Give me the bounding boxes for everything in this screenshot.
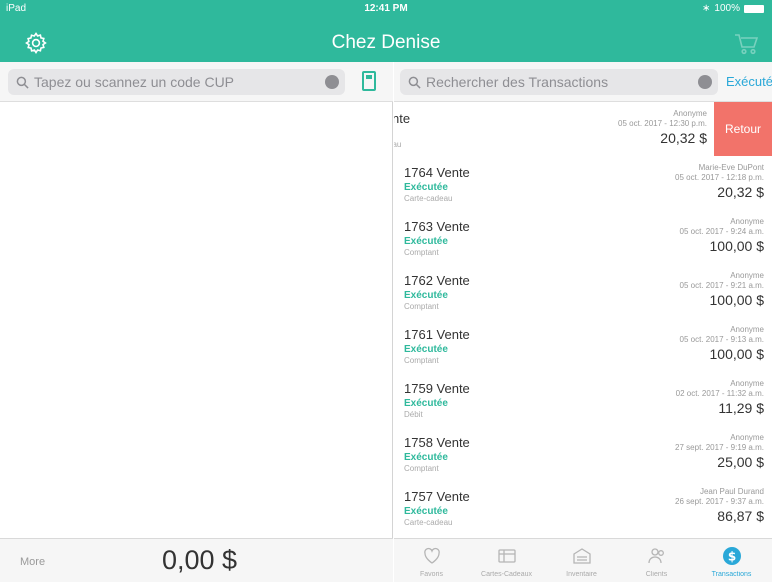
- transaction-date: 05 oct. 2017 - 12:30 p.m.: [618, 119, 707, 128]
- transaction-method: Comptant: [404, 248, 439, 257]
- upc-search-input[interactable]: Tapez ou scannez un code CUP: [8, 69, 345, 95]
- transaction-amount: 20,32 $: [717, 184, 764, 200]
- transaction-list: nte eau Anonyme 05 oct. 2017 - 12:30 p.m…: [394, 102, 772, 538]
- transaction-amount: 11,29 $: [718, 400, 764, 416]
- transaction-date: 02 oct. 2017 - 11:32 a.m.: [675, 389, 764, 398]
- transaction-row[interactable]: 1758 Vente Exécutée Comptant Anonyme 27 …: [394, 426, 772, 480]
- clients-icon: [647, 548, 664, 564]
- status-time: 12:41 PM: [364, 3, 408, 14]
- transaction-status: Exécutée: [404, 182, 448, 193]
- cart-icon[interactable]: [734, 33, 758, 55]
- transaction-customer: Jean Paul Durand: [699, 487, 764, 496]
- clear-search-icon[interactable]: [698, 75, 712, 89]
- transaction-status: Exécutée: [404, 236, 448, 247]
- transaction-customer: Anonyme: [730, 433, 764, 442]
- gift-card-icon: [497, 549, 516, 563]
- transaction-customer: Anonyme: [730, 379, 764, 388]
- more-button[interactable]: More: [20, 556, 45, 568]
- transaction-customer: Anonyme: [730, 325, 764, 334]
- transaction-date: 05 oct. 2017 - 9:21 a.m.: [679, 281, 765, 290]
- search-icon: [408, 76, 421, 89]
- transaction-status: Exécutée: [404, 506, 448, 517]
- battery-icon: [744, 4, 764, 13]
- transaction-amount: 100,00 $: [709, 238, 765, 254]
- transaction-date: 27 sept. 2017 - 9:19 a.m.: [675, 443, 764, 452]
- transaction-amount: 86,87 $: [717, 508, 764, 524]
- transaction-status: Exécutée: [404, 344, 448, 355]
- cart-pane: Tapez ou scannez un code CUP More 0,00 $: [0, 62, 393, 582]
- page-title: Chez Denise: [331, 32, 441, 53]
- transaction-customer: Anonyme: [673, 109, 707, 118]
- tab-clients[interactable]: Clients: [619, 539, 694, 582]
- tab-label: Cartes-Cadeaux: [481, 571, 532, 578]
- transaction-date: 05 oct. 2017 - 9:13 a.m.: [679, 335, 765, 344]
- heart-icon: [423, 547, 440, 564]
- transaction-row[interactable]: 1763 Vente Exécutée Comptant Anonyme 05 …: [394, 210, 772, 264]
- dollar-icon: $: [722, 547, 741, 565]
- transaction-date: 26 sept. 2017 - 9:37 a.m.: [675, 497, 764, 506]
- transaction-row[interactable]: 1757 Vente Exécutée Carte-cadeau Jean Pa…: [394, 480, 772, 534]
- transaction-method: Comptant: [404, 302, 439, 311]
- svg-text:$: $: [727, 550, 735, 564]
- tab-cartes-cadeaux[interactable]: Cartes-Cadeaux: [469, 539, 544, 582]
- status-battery: ∗ 100%: [702, 3, 764, 14]
- header-bar: iPad 12:41 PM ∗ 100% Chez Denise: [0, 0, 772, 62]
- tab-transactions[interactable]: $ Transactions: [694, 539, 769, 582]
- transaction-method: Comptant: [404, 356, 439, 365]
- transaction-date: 05 oct. 2017 - 12:18 p.m.: [675, 173, 764, 182]
- transaction-row[interactable]: 1764 Vente Exécutée Carte-cadeau Marie-E…: [394, 156, 772, 210]
- return-button[interactable]: Retour: [714, 102, 772, 156]
- tab-inventaire[interactable]: Inventaire: [544, 539, 619, 582]
- tab-favoris[interactable]: Favoris: [394, 539, 469, 582]
- upc-search-placeholder: Tapez ou scannez un code CUP: [34, 74, 235, 90]
- transaction-amount: 20,32 $: [660, 130, 707, 146]
- tab-label: Favoris: [420, 571, 443, 578]
- transaction-number: 1758 Vente: [404, 435, 470, 450]
- transaction-number: 1757 Vente: [404, 489, 470, 504]
- transaction-method: Débit: [404, 410, 423, 419]
- transaction-number: 1761 Vente: [404, 327, 470, 342]
- transaction-search-bar: Rechercher des Transactions Exécutée: [394, 62, 772, 102]
- transaction-number: 1759 Vente: [404, 381, 470, 396]
- transaction-row[interactable]: 1762 Vente Exécutée Comptant Anonyme 05 …: [394, 264, 772, 318]
- transaction-amount: 25,00 $: [717, 454, 764, 470]
- barcode-scan-icon[interactable]: [325, 75, 339, 89]
- tab-label: Inventaire: [566, 571, 597, 578]
- tab-label: Clients: [645, 571, 668, 578]
- cart-footer: More 0,00 $: [0, 538, 393, 582]
- transaction-number: nte: [394, 111, 411, 126]
- transaction-status: Exécutée: [404, 398, 448, 409]
- transaction-method: Carte-cadeau: [404, 518, 453, 527]
- transaction-search-input[interactable]: Rechercher des Transactions: [400, 69, 718, 95]
- transaction-number: 1763 Vente: [404, 219, 470, 234]
- inventory-icon: [572, 548, 591, 564]
- transaction-search-placeholder: Rechercher des Transactions: [426, 74, 609, 90]
- transaction-method: eau: [394, 140, 402, 149]
- transaction-customer: Marie-Eve DuPont: [698, 163, 764, 172]
- transaction-status: Exécutée: [404, 290, 448, 301]
- upc-search-bar: Tapez ou scannez un code CUP: [0, 62, 393, 102]
- transaction-row[interactable]: 1759 Vente Exécutée Débit Anonyme 02 oct…: [394, 372, 772, 426]
- transaction-number: 1764 Vente: [404, 165, 470, 180]
- tab-label: Transactions: [711, 571, 752, 578]
- transaction-amount: 100,00 $: [709, 292, 765, 308]
- tab-bar: Favoris Cartes-Cadeaux Inventaire Client…: [394, 538, 772, 582]
- battery-label: 100%: [714, 3, 740, 14]
- transaction-method: Comptant: [404, 464, 439, 473]
- transaction-number: 1762 Vente: [404, 273, 470, 288]
- transaction-customer: Anonyme: [730, 217, 764, 226]
- transaction-customer: Anonyme: [730, 271, 764, 280]
- transactions-pane: Rechercher des Transactions Exécutée nte…: [394, 62, 772, 582]
- bluetooth-icon: ∗: [702, 3, 711, 14]
- transaction-row[interactable]: 1761 Vente Exécutée Comptant Anonyme 05 …: [394, 318, 772, 372]
- transaction-amount: 100,00 $: [709, 346, 765, 362]
- transaction-method: Carte-cadeau: [404, 194, 453, 203]
- search-icon: [16, 76, 29, 89]
- transaction-date: 05 oct. 2017 - 9:24 a.m.: [679, 227, 765, 236]
- transaction-row-swiped[interactable]: nte eau Anonyme 05 oct. 2017 - 12:30 p.m…: [394, 102, 772, 156]
- transaction-status: Exécutée: [404, 452, 448, 463]
- status-filter-button[interactable]: Exécutée: [726, 74, 772, 89]
- cart-total: 0,00 $: [162, 545, 238, 575]
- calculator-icon[interactable]: [362, 71, 376, 91]
